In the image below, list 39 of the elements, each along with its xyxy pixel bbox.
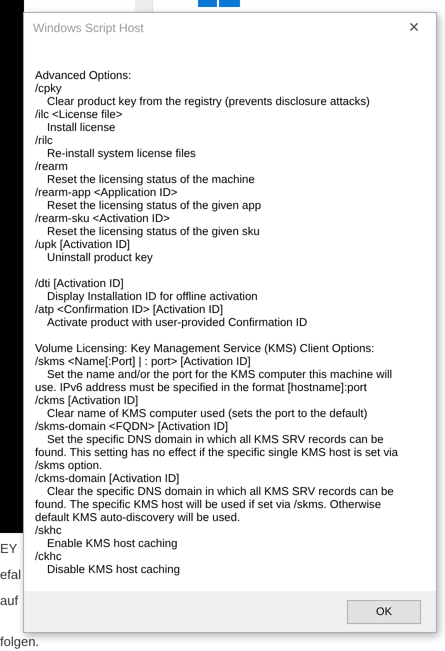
option-syntax: /rearm-sku <Activation ID> <box>35 213 171 226</box>
close-button[interactable]: ✕ <box>392 13 436 43</box>
option-description: Set the specific DNS domain in which all KMS SRV records can be found. This setting has no effect if the specific single KMS host is set via /skms option. <box>35 434 400 473</box>
option-description: Reset the licensing status of the given app <box>46 200 262 213</box>
section-heading: Volume Licensing: Key Management Service (KMS) Client Options: <box>35 343 376 356</box>
option-description: Set the name and/or the port for the KMS computer this machine will use. IPv6 address must be specified in the format [hostname]:port <box>35 369 394 395</box>
section-heading: Advanced Options: <box>35 70 132 83</box>
option-description: Reset the licensing status of the given sku <box>46 226 261 239</box>
option-syntax: /skms <Name[:Port] | : port> [Activation ID] <box>35 356 252 369</box>
option-syntax: /dti [Activation ID] <box>35 278 125 291</box>
background-text: auf <box>0 593 18 608</box>
option-description: Re-install system license files <box>46 148 197 161</box>
option-description: Enable KMS host caching <box>46 538 178 551</box>
option-syntax: /upk [Activation ID] <box>35 239 131 252</box>
option-description: Clear name of KMS computer used (sets the port to the default) <box>46 408 368 421</box>
background-text: efal <box>0 567 21 582</box>
option-syntax: /ckms [Activation ID] <box>35 395 140 408</box>
option-syntax: /atp <Confirmation ID> [Activation ID] <box>35 304 224 317</box>
option-description: Reset the licensing status of the machine <box>46 174 256 187</box>
background-text: folgen. <box>0 634 40 649</box>
option-syntax: /rilc <box>35 135 54 148</box>
background-text: EY <box>0 541 18 556</box>
option-syntax: /ilc <License file> <box>35 109 124 122</box>
option-syntax: /skms-domain <FQDN> [Activation ID] <box>35 421 230 434</box>
option-syntax: /ckhc <box>35 551 63 564</box>
option-description: Clear product key from the registry (prevents disclosure attacks) <box>46 96 371 109</box>
option-description: Uninstall product key <box>46 252 154 265</box>
option-syntax: /skhc <box>35 525 63 538</box>
option-syntax: /rearm <box>35 161 69 174</box>
option-description: Clear the specific DNS domain in which all KMS SRV records can be found. The specific KMS host will be used if set via /skms. Otherwise default KMS auto-discovery will be used. <box>35 486 395 525</box>
option-syntax: /rearm-app <Application ID> <box>35 187 178 200</box>
option-syntax: /ckms-domain [Activation ID] <box>35 473 180 486</box>
option-description: Display Installation ID for offline activation <box>46 291 259 304</box>
option-description: Install license <box>46 122 116 135</box>
option-description: Disable KMS host caching <box>46 564 181 577</box>
ok-button[interactable]: OK <box>347 600 421 624</box>
option-syntax: /cpky <box>35 83 63 96</box>
option-description: Activate product with user-provided Confirmation ID <box>46 317 308 330</box>
window-title: Windows Script Host <box>33 21 144 35</box>
